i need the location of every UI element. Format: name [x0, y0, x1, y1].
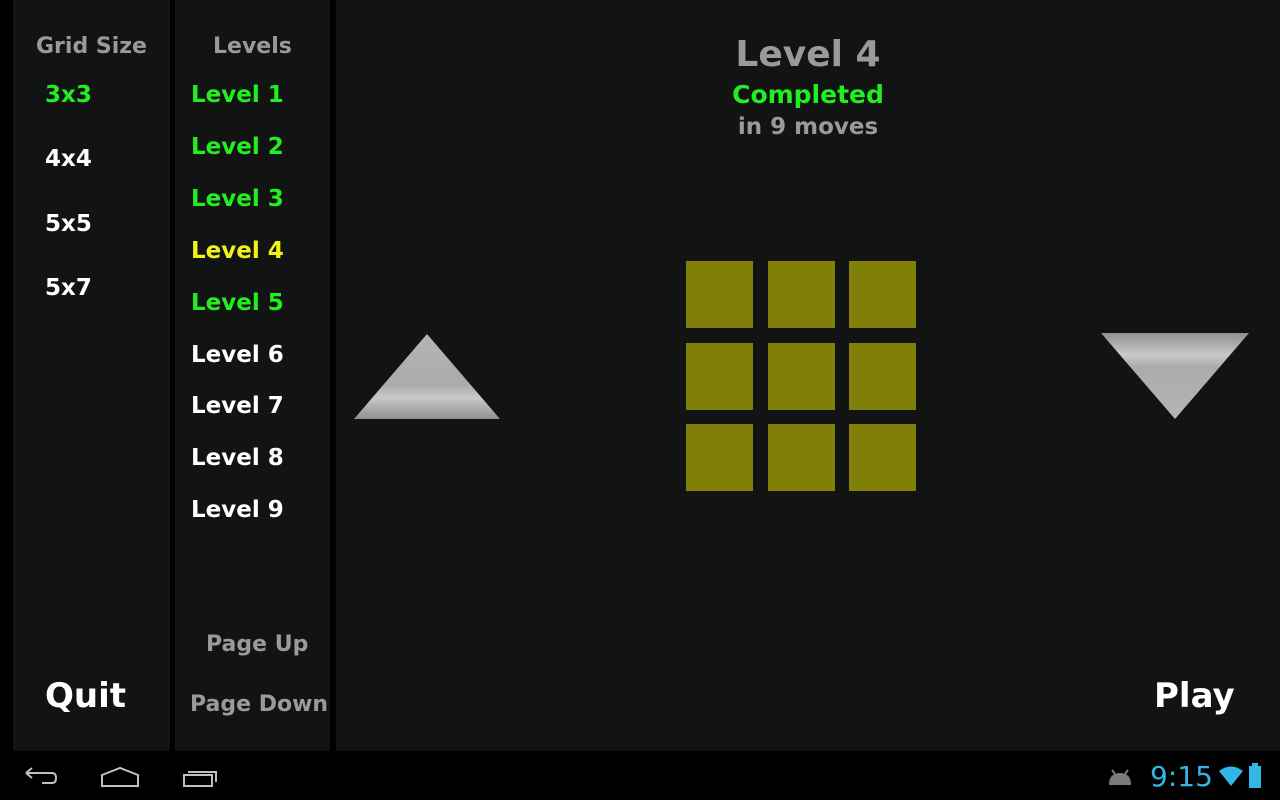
board-tile — [686, 342, 753, 410]
level-item-9[interactable]: Level 9 — [191, 497, 284, 523]
level-item-6[interactable]: Level 6 — [191, 342, 284, 368]
levels-header: Levels — [213, 34, 292, 59]
level-item-3[interactable]: Level 3 — [191, 186, 284, 212]
triangle-up-icon — [354, 334, 500, 419]
board-tile — [767, 424, 835, 491]
grid-size-header: Grid Size — [36, 34, 147, 59]
status-clock: 9:15 — [1150, 760, 1213, 793]
next-level-arrow[interactable] — [1099, 331, 1251, 421]
level-status: Completed — [732, 80, 884, 109]
level-item-2[interactable]: Level 2 — [191, 134, 284, 160]
level-item-8[interactable]: Level 8 — [191, 445, 284, 471]
back-icon[interactable] — [22, 767, 58, 789]
level-item-5[interactable]: Level 5 — [191, 290, 284, 316]
board-tile — [849, 342, 916, 410]
level-moves: in 9 moves — [737, 114, 879, 140]
triangle-down-icon — [1101, 333, 1249, 419]
grid-size-5x7[interactable]: 5x7 — [45, 275, 92, 301]
levels-panel: Levels Level 1 Level 2 Level 3 Level 4 L… — [175, 0, 330, 751]
quit-button[interactable]: Quit — [45, 676, 126, 716]
page-down-button[interactable]: Page Down — [190, 692, 328, 717]
play-button[interactable]: Play — [1154, 676, 1235, 716]
battery-icon — [1249, 763, 1261, 788]
board-tile — [686, 424, 753, 491]
level-item-1[interactable]: Level 1 — [191, 82, 284, 108]
system-navigation-bar — [0, 751, 1280, 800]
grid-size-panel: Grid Size 3x3 4x4 5x5 5x7 Quit — [13, 0, 170, 751]
grid-size-3x3[interactable]: 3x3 — [45, 82, 92, 108]
recent-apps-icon[interactable] — [182, 766, 220, 788]
android-debug-icon — [1109, 769, 1131, 785]
page-up-button[interactable]: Page Up — [206, 632, 308, 657]
level-item-7[interactable]: Level 7 — [191, 393, 284, 419]
board-tile — [849, 424, 916, 491]
previous-level-arrow[interactable] — [352, 332, 502, 422]
level-title: Level 4 — [735, 34, 881, 75]
home-icon[interactable] — [100, 766, 140, 788]
board-tile — [767, 342, 835, 410]
grid-size-4x4[interactable]: 4x4 — [45, 146, 92, 172]
level-item-4[interactable]: Level 4 — [191, 238, 284, 264]
board-tile — [686, 261, 753, 328]
grid-size-5x5[interactable]: 5x5 — [45, 211, 92, 237]
board-tile — [849, 261, 916, 328]
wifi-icon — [1219, 766, 1243, 786]
board-tile — [767, 261, 835, 328]
level-preview-panel: Level 4 Completed in 9 moves Play — [336, 0, 1280, 751]
